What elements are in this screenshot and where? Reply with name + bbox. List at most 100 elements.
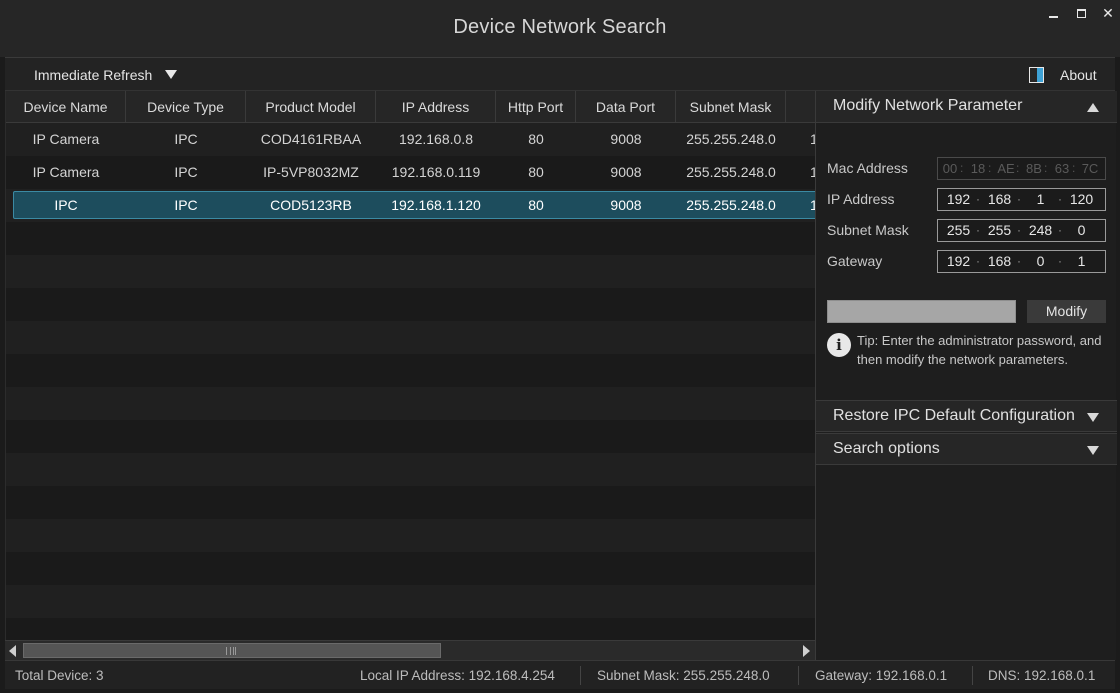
maximize-button[interactable] (1070, 4, 1092, 22)
table-row[interactable]: IP Camera IPC COD4161RBAA 192.168.0.8 80 9008… (6, 123, 815, 156)
address-octet[interactable]: 255 (942, 220, 975, 241)
empty-table-row (6, 222, 815, 255)
table-cell-http: 80 (528, 164, 544, 180)
address-octet[interactable]: 1 (1024, 189, 1057, 210)
table-cell-mask: 255.255.248.0 (686, 164, 776, 180)
local-ip-address: Local IP Address: 192.168.4.254 (360, 668, 555, 683)
scrollbar-thumb[interactable] (23, 643, 441, 658)
search-options-header[interactable]: Search options (816, 433, 1117, 465)
status-divider (798, 666, 799, 685)
empty-table-row (6, 387, 815, 420)
table-cell-ip: 192.168.0.8 (399, 131, 473, 147)
scroll-left-arrow-icon[interactable] (9, 645, 16, 657)
scroll-grip-icon (226, 647, 236, 655)
restore-ipc-default-header[interactable]: Restore IPC Default Configuration (816, 400, 1117, 432)
table-row[interactable]: IP Camera IPC IP-5VP8032MZ 192.168.0.119 80 9… (6, 156, 815, 189)
subnet-mask-field[interactable]: 255 · 255 · 248 · 0 (937, 219, 1106, 242)
column-header[interactable]: Product Model (246, 91, 376, 123)
table-cell-type: IPC (174, 164, 198, 180)
ip-address-field[interactable]: 192 · 168 · 1 · 120 (937, 188, 1106, 211)
table-cell-ip: 192.168.1.120 (391, 197, 481, 213)
table-cell-data: 9008 (610, 197, 642, 213)
address-octet[interactable]: 248 (1024, 220, 1057, 241)
octet-separator: · (1058, 223, 1062, 237)
immediate-refresh-button[interactable]: Immediate Refresh (34, 67, 152, 83)
address-octet[interactable]: 192 (942, 251, 975, 272)
close-icon: ✕ (1102, 5, 1114, 21)
octet-separator: · (1058, 192, 1062, 206)
horizontal-scrollbar[interactable] (5, 640, 815, 660)
address-octet: AE (997, 161, 1015, 176)
minimize-icon (1048, 16, 1058, 18)
octet-separator: : (988, 161, 992, 175)
modify-button[interactable]: Modify (1027, 300, 1106, 323)
toolbar: Immediate Refresh About (5, 57, 1115, 91)
empty-table-row (6, 288, 815, 321)
modify-network-parameter-header[interactable]: Modify Network Parameter (816, 91, 1117, 123)
about-icon[interactable] (1029, 67, 1044, 83)
octet-separator: · (976, 254, 980, 268)
address-octet[interactable]: 168 (983, 189, 1016, 210)
section-title: Restore IPC Default Configuration (833, 407, 1075, 424)
address-octet[interactable]: 0 (1024, 251, 1057, 272)
table-header: Device Name Device Type Product Model IP Ad… (6, 91, 815, 123)
minimize-button[interactable] (1042, 4, 1064, 22)
column-header[interactable]: Subnet Mask (676, 91, 786, 123)
empty-table-row (6, 486, 815, 519)
maximize-icon (1076, 9, 1086, 18)
refresh-dropdown-arrow-icon[interactable] (165, 70, 177, 79)
table-row[interactable]: IPC IPC COD5123RB 192.168.1.120 80 9008 255.25… (6, 189, 815, 222)
address-octet: 63 (1054, 161, 1070, 176)
empty-table-row (6, 552, 815, 585)
empty-table-row (6, 420, 815, 453)
empty-table-row (6, 585, 815, 618)
table-cell-name: IPC (54, 197, 78, 213)
status-divider (972, 666, 973, 685)
address-octet: 18 (970, 161, 986, 176)
device-table: Device Name Device Type Product Model IP Ad… (5, 91, 815, 660)
table-cell-data: 9008 (610, 164, 642, 180)
octet-separator: · (1058, 254, 1062, 268)
column-header[interactable]: IP Address (376, 91, 496, 123)
octet-separator: : (1072, 161, 1076, 175)
column-header[interactable]: Http Port (496, 91, 576, 123)
table-cell-name: IP Camera (32, 164, 100, 180)
expand-arrow-icon (1087, 446, 1099, 455)
table-cell-data: 9008 (610, 131, 642, 147)
address-octet[interactable]: 0 (1065, 220, 1098, 241)
close-button[interactable]: ✕ (1097, 4, 1119, 22)
address-octet[interactable]: 120 (1065, 189, 1098, 210)
gateway-label: Gateway (827, 253, 883, 269)
table-cell-name: IP Camera (32, 131, 100, 147)
total-device-count: Total Device: 3 (15, 668, 104, 683)
status-divider (580, 666, 581, 685)
address-octet[interactable]: 255 (983, 220, 1016, 241)
settings-panel: Modify Network Parameter Mac Address 00:… (815, 91, 1117, 660)
table-cell-mask: 255.255.248.0 (686, 131, 776, 147)
scroll-right-arrow-icon[interactable] (803, 645, 810, 657)
info-icon: i (827, 333, 851, 357)
address-octet[interactable]: 1 (1065, 251, 1098, 272)
octet-separator: : (1044, 161, 1048, 175)
empty-table-row (6, 354, 815, 387)
table-cell-http: 80 (528, 131, 544, 147)
empty-table-row (6, 519, 815, 552)
table-cell-http: 80 (528, 197, 544, 213)
status-bar: Total Device: 3 Local IP Address: 192.16… (5, 660, 1115, 689)
password-input[interactable] (827, 300, 1016, 323)
column-header[interactable]: Device Name (6, 91, 126, 123)
address-octet[interactable]: 168 (983, 251, 1016, 272)
octet-separator: · (976, 223, 980, 237)
gateway-field[interactable]: 192 · 168 · 0 · 1 (937, 250, 1106, 273)
expand-arrow-icon (1087, 413, 1099, 422)
octet-separator: · (1017, 192, 1021, 206)
address-octet[interactable]: 192 (942, 189, 975, 210)
column-header[interactable]: Data Port (576, 91, 676, 123)
section-title: Search options (833, 440, 940, 457)
address-octet: 7C (1081, 161, 1099, 176)
about-button[interactable]: About (1060, 67, 1097, 83)
empty-table-row (6, 255, 815, 288)
empty-table-row (6, 453, 815, 486)
column-header[interactable]: Device Type (126, 91, 246, 123)
octet-separator: · (976, 192, 980, 206)
